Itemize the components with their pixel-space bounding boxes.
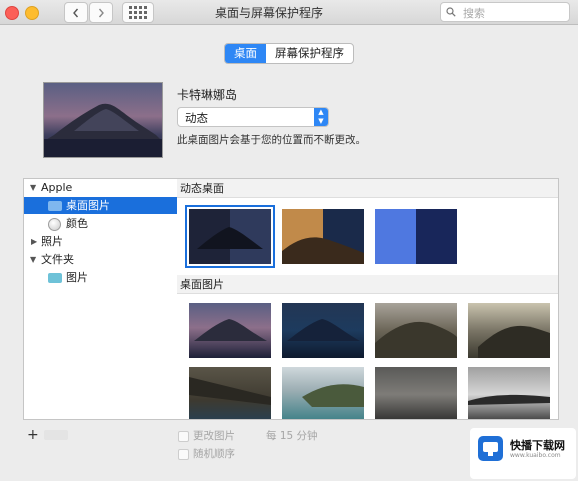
sidebar-item-label: 颜色 — [66, 217, 88, 230]
folder-icon — [48, 273, 62, 283]
sidebar-item-colors[interactable]: 颜色 — [24, 215, 177, 232]
add-folder-button[interactable]: + — [27, 427, 39, 443]
wallpaper-tile-mojave-dynamic[interactable] — [282, 209, 364, 264]
tab-bar: 桌面 屏幕保护程序 — [224, 43, 354, 64]
search-input[interactable]: 搜索 — [440, 2, 570, 22]
interval-select[interactable]: 每 15 分钟 — [266, 428, 318, 443]
watermark-logo: 快播下载网 www.kuaibo.com — [470, 428, 576, 479]
download-logo-icon — [478, 436, 503, 461]
sidebar-item-label: Apple — [41, 181, 73, 194]
search-icon — [446, 7, 456, 17]
wallpaper-tile-catalina-1[interactable] — [189, 303, 271, 358]
wallpaper-tile-gradient-blue[interactable] — [375, 209, 457, 264]
tab-desktop[interactable]: 桌面 — [225, 44, 266, 63]
sidebar-item-label: 照片 — [41, 235, 63, 248]
tab-screensaver[interactable]: 屏幕保护程序 — [266, 44, 353, 63]
disclosure-closed-icon: ▶ — [31, 237, 38, 246]
change-picture-label: 更改图片 — [193, 430, 235, 442]
color-swatch-icon — [48, 218, 61, 231]
chevron-left-icon — [73, 8, 79, 17]
wallpaper-tile-catalina-2[interactable] — [282, 303, 364, 358]
show-all-grid-button[interactable] — [122, 2, 154, 23]
sidebar-item-apple[interactable]: ▼ Apple — [24, 179, 177, 196]
sidebar-item-label: 图片 — [66, 271, 88, 284]
mode-value: 动态 — [185, 111, 208, 125]
folder-icon — [48, 201, 62, 211]
search-placeholder: 搜索 — [463, 7, 485, 20]
title-bar: 桌面与屏幕保护程序 搜索 — [0, 0, 578, 25]
disclosure-open-icon: ▼ — [30, 183, 37, 192]
watermark-name: 快播下载网 — [510, 439, 565, 452]
disclosure-open-icon: ▼ — [30, 255, 37, 264]
chevron-right-icon — [98, 8, 104, 17]
sidebar-item-label: 文件夹 — [41, 253, 74, 266]
sidebar-item-pictures[interactable]: 图片 — [24, 269, 177, 286]
wallpaper-name: 卡特琳娜岛 — [177, 88, 238, 102]
wallpaper-description: 此桌面图片会基于您的位置而不断更改。 — [177, 134, 366, 146]
minimize-window-button[interactable] — [25, 6, 39, 20]
wallpaper-tile-catalina-7[interactable] — [375, 367, 457, 419]
popup-arrows-icon: ▲ ▼ — [314, 108, 328, 126]
close-window-button[interactable] — [5, 6, 19, 20]
wallpaper-tile-catalina-dynamic[interactable] — [185, 205, 275, 268]
random-order-checkbox[interactable] — [178, 449, 189, 460]
wallpaper-tile-catalina-4[interactable] — [468, 303, 550, 358]
random-order-label: 随机顺序 — [193, 448, 235, 460]
sidebar-item-label: 桌面图片 — [66, 199, 110, 212]
window-title: 桌面与屏幕保护程序 — [215, 6, 324, 20]
watermark-url: www.kuaibo.com — [510, 452, 561, 459]
wallpaper-browser: 动态桌面 桌面图片 — [177, 178, 559, 420]
current-wallpaper-preview — [43, 82, 163, 158]
wallpaper-tile-catalina-6[interactable] — [282, 367, 364, 419]
wallpaper-tile-catalina-3[interactable] — [375, 303, 457, 358]
sidebar-item-folders[interactable]: ▼ 文件夹 — [24, 251, 177, 268]
change-picture-checkbox[interactable] — [178, 431, 189, 442]
section-header-desktop-pictures: 桌面图片 — [177, 275, 558, 294]
mode-select[interactable]: 动态 ▲ ▼ — [177, 107, 329, 127]
remove-folder-button[interactable] — [44, 430, 68, 440]
wallpaper-tile-catalina-8[interactable] — [468, 367, 550, 419]
section-header-dynamic: 动态桌面 — [177, 179, 558, 198]
sidebar-item-desktop-pictures[interactable]: 桌面图片 — [24, 197, 177, 214]
sidebar-item-photos[interactable]: ▶ 照片 — [24, 233, 177, 250]
source-list: ▼ Apple 桌面图片 颜色 ▶ 照片 ▼ 文件夹 图片 — [23, 178, 178, 420]
wallpaper-tile-catalina-5[interactable] — [189, 367, 271, 419]
forward-button[interactable] — [89, 2, 113, 23]
back-button[interactable] — [64, 2, 88, 23]
